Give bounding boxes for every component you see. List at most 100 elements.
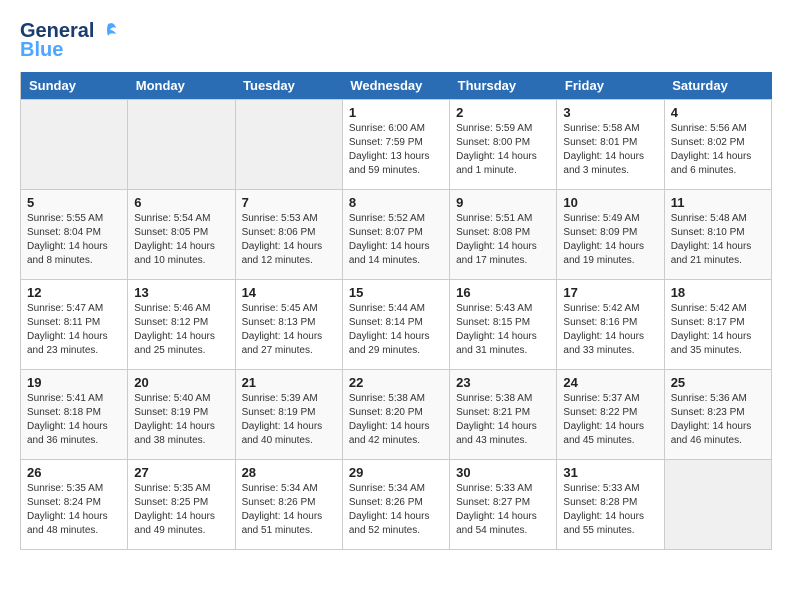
col-header-sunday: Sunday [21,72,128,100]
cell-info: Sunrise: 5:33 AMSunset: 8:28 PMDaylight:… [563,482,657,538]
day-number: 20 [134,375,228,390]
cell-day-25: 25 Sunrise: 5:36 AMSunset: 8:23 PMDayligh… [664,370,771,460]
col-header-thursday: Thursday [450,72,557,100]
day-number: 4 [671,105,765,120]
day-number: 12 [27,285,121,300]
cell-day-18: 18Sunrise: 5:42 AMSunset: 8:17 PMDayligh… [664,280,771,370]
cell-day-1: 1 Sunrise: 6:00 AMSunset: 7:59 PMDaylight… [342,100,449,190]
cell-day-12: 12 Sunrise: 5:47 AMSunset: 8:11 PMDayligh… [21,280,128,370]
day-number: 29 [349,465,443,480]
day-number: 2 [456,105,550,120]
col-header-monday: Monday [128,72,235,100]
cell-day-7: 7 Sunrise: 5:53 AMSunset: 8:06 PMDaylight… [235,190,342,280]
logo: General Blue [20,20,120,62]
cell-info: Sunrise: 5:53 AMSunset: 8:06 PMDaylight:… [242,212,336,268]
cell-day-16: 16 Sunrise: 5:43 AMSunset: 8:15 PMDayligh… [450,280,557,370]
cell-info: Sunrise: 5:47 AMSunset: 8:11 PMDaylight:… [27,302,121,358]
day-number: 25 [671,375,765,390]
day-number: 9 [456,195,550,210]
cell-info: Sunrise: 5:38 AMSunset: 8:21 PMDaylight:… [456,392,550,448]
cell-info: Sunrise: 5:41 AMSunset: 8:18 PMDaylight:… [27,392,121,448]
day-number: 26 [27,465,121,480]
cell-info: Sunrise: 5:48 AMSunset: 8:10 PMDaylight:… [671,212,765,268]
cell-info: Sunrise: 5:40 AMSunset: 8:19 PMDaylight:… [134,392,228,448]
cell-info: Sunrise: 5:51 AMSunset: 8:08 PMDaylight:… [456,212,550,268]
cell-info: Sunrise: 5:44 AMSunset: 8:14 PMDaylight:… [349,302,443,358]
cell-day-13: 13 Sunrise: 5:46 AMSunset: 8:12 PMDayligh… [128,280,235,370]
day-number: 22 [349,375,443,390]
day-number: 31 [563,465,657,480]
day-number: 7 [242,195,336,210]
day-number: 13 [134,285,228,300]
day-number: 28 [242,465,336,480]
cell-info: Sunrise: 5:58 AMSunset: 8:01 PMDaylight:… [563,122,657,178]
cell-day-14: 14Sunrise: 5:45 AMSunset: 8:13 PMDayligh… [235,280,342,370]
logo-container: General Blue [20,20,120,62]
cell-day-28: 28 Sunrise: 5:34 AMSunset: 8:26 PMDayligh… [235,460,342,550]
cell-day-15: 15 Sunrise: 5:44 AMSunset: 8:14 PMDayligh… [342,280,449,370]
cell-day-8: 8 Sunrise: 5:52 AMSunset: 8:07 PMDaylight… [342,190,449,280]
col-header-saturday: Saturday [664,72,771,100]
cell-info: Sunrise: 5:34 AMSunset: 8:26 PMDaylight:… [242,482,336,538]
cell-day-30: 30Sunrise: 5:33 AMSunset: 8:27 PMDayligh… [450,460,557,550]
day-number: 16 [456,285,550,300]
day-number: 21 [242,375,336,390]
cell-info: Sunrise: 5:52 AMSunset: 8:07 PMDaylight:… [349,212,443,268]
cell-info: Sunrise: 5:59 AMSunset: 8:00 PMDaylight:… [456,122,550,178]
cell-day-17: 17 Sunrise: 5:42 AMSunset: 8:16 PMDayligh… [557,280,664,370]
header-row: SundayMondayTuesdayWednesdayThursdayFrid… [21,72,772,100]
cell-info: Sunrise: 5:56 AMSunset: 8:02 PMDaylight:… [671,122,765,178]
cell-day-empty [128,100,235,190]
cell-day-21: 21 Sunrise: 5:39 AMSunset: 8:19 PMDayligh… [235,370,342,460]
cell-day-empty [664,460,771,550]
logo-bird-icon [96,21,118,43]
cell-info: Sunrise: 5:39 AMSunset: 8:19 PMDaylight:… [242,392,336,448]
cell-day-24: 24 Sunrise: 5:37 AMSunset: 8:22 PMDayligh… [557,370,664,460]
col-header-friday: Friday [557,72,664,100]
calendar-table: SundayMondayTuesdayWednesdayThursdayFrid… [20,72,772,550]
cell-info: Sunrise: 5:46 AMSunset: 8:12 PMDaylight:… [134,302,228,358]
cell-info: Sunrise: 5:49 AMSunset: 8:09 PMDaylight:… [563,212,657,268]
day-number: 11 [671,195,765,210]
cell-day-empty [235,100,342,190]
cell-day-9: 9 Sunrise: 5:51 AMSunset: 8:08 PMDaylight… [450,190,557,280]
day-number: 6 [134,195,228,210]
col-header-tuesday: Tuesday [235,72,342,100]
cell-day-20: 20 Sunrise: 5:40 AMSunset: 8:19 PMDayligh… [128,370,235,460]
cell-day-2: 2 Sunrise: 5:59 AMSunset: 8:00 PMDaylight… [450,100,557,190]
cell-info: Sunrise: 5:36 AMSunset: 8:23 PMDaylight:… [671,392,765,448]
day-number: 23 [456,375,550,390]
cell-day-5: 5Sunrise: 5:55 AMSunset: 8:04 PMDaylight… [21,190,128,280]
cell-info: Sunrise: 5:43 AMSunset: 8:15 PMDaylight:… [456,302,550,358]
cell-day-31: 31 Sunrise: 5:33 AMSunset: 8:28 PMDayligh… [557,460,664,550]
logo-blue: Blue [20,39,63,62]
cell-info: Sunrise: 5:35 AMSunset: 8:24 PMDaylight:… [27,482,121,538]
week-row-2: 5Sunrise: 5:55 AMSunset: 8:04 PMDaylight… [21,190,772,280]
cell-day-10: 10 Sunrise: 5:49 AMSunset: 8:09 PMDayligh… [557,190,664,280]
day-number: 15 [349,285,443,300]
day-number: 17 [563,285,657,300]
day-number: 19 [27,375,121,390]
day-number: 10 [563,195,657,210]
week-row-5: 26 Sunrise: 5:35 AMSunset: 8:24 PMDayligh… [21,460,772,550]
cell-info: Sunrise: 5:42 AMSunset: 8:16 PMDaylight:… [563,302,657,358]
day-number: 18 [671,285,765,300]
cell-day-27: 27Sunrise: 5:35 AMSunset: 8:25 PMDayligh… [128,460,235,550]
cell-day-4: 4 Sunrise: 5:56 AMSunset: 8:02 PMDaylight… [664,100,771,190]
day-number: 8 [349,195,443,210]
day-number: 5 [27,195,121,210]
page-container: General Blue SundayMondayTuesdayWednesda… [20,20,772,550]
cell-day-22: 22Sunrise: 5:38 AMSunset: 8:20 PMDayligh… [342,370,449,460]
day-number: 14 [242,285,336,300]
cell-info: Sunrise: 5:35 AMSunset: 8:25 PMDaylight:… [134,482,228,538]
cell-day-6: 6 Sunrise: 5:54 AMSunset: 8:05 PMDaylight… [128,190,235,280]
cell-day-3: 3 Sunrise: 5:58 AMSunset: 8:01 PMDaylight… [557,100,664,190]
day-number: 1 [349,105,443,120]
week-row-4: 19 Sunrise: 5:41 AMSunset: 8:18 PMDayligh… [21,370,772,460]
cell-info: Sunrise: 5:37 AMSunset: 8:22 PMDaylight:… [563,392,657,448]
cell-info: Sunrise: 5:54 AMSunset: 8:05 PMDaylight:… [134,212,228,268]
cell-day-29: 29Sunrise: 5:34 AMSunset: 8:26 PMDayligh… [342,460,449,550]
day-number: 3 [563,105,657,120]
day-number: 24 [563,375,657,390]
cell-info: Sunrise: 6:00 AMSunset: 7:59 PMDaylight:… [349,122,443,178]
